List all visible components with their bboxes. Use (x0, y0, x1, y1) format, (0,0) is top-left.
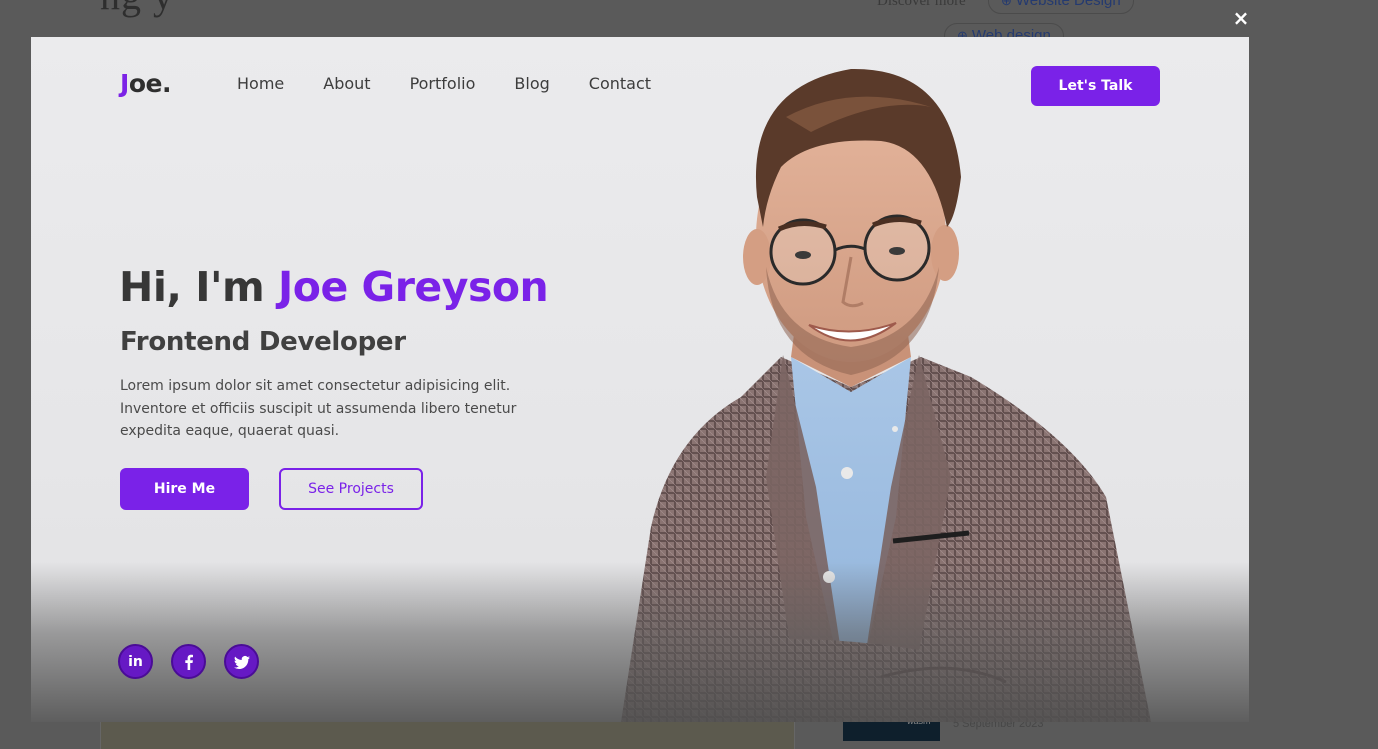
discover-more-label: Discover more (877, 0, 966, 9)
hire-me-button[interactable]: Hire Me (120, 468, 249, 510)
hero-greeting: Hi, I'm Joe Greyson (119, 263, 549, 311)
close-icon[interactable]: × (1229, 5, 1253, 31)
plus-circle-icon: ⊕ (1001, 0, 1012, 8)
logo-text: oe. (128, 69, 172, 98)
logo-accent: J (120, 69, 129, 98)
site-nav: Home About Portfolio Blog Contact (237, 74, 690, 93)
facebook-icon[interactable] (171, 644, 206, 679)
hero-bio: Lorem ipsum dolor sit amet consectetur a… (120, 378, 517, 439)
nav-about[interactable]: About (323, 74, 370, 93)
hero-role: Frontend Developer (120, 327, 406, 357)
nav-contact[interactable]: Contact (589, 74, 651, 93)
social-links: in (118, 644, 277, 679)
background-card (100, 722, 795, 749)
hero-name: Joe Greyson (278, 263, 549, 311)
site-logo[interactable]: Joe. (120, 69, 171, 98)
nav-blog[interactable]: Blog (514, 74, 549, 93)
lightbox-image: Joe. Home About Portfolio Blog Contact L… (31, 37, 1249, 722)
bottom-shade (31, 562, 1249, 722)
nav-portfolio[interactable]: Portfolio (410, 74, 476, 93)
see-projects-button[interactable]: See Projects (279, 468, 423, 510)
nav-home[interactable]: Home (237, 74, 284, 93)
lets-talk-button[interactable]: Let's Talk (1031, 66, 1160, 106)
background-heading: ng y (100, 0, 174, 19)
chip-label: Website Design (1015, 0, 1121, 9)
greeting-prefix: Hi, I'm (119, 263, 279, 311)
twitter-icon[interactable] (224, 644, 259, 679)
chip-website-design[interactable]: ⊕ Website Design (988, 0, 1134, 14)
linkedin-icon[interactable]: in (118, 644, 153, 679)
